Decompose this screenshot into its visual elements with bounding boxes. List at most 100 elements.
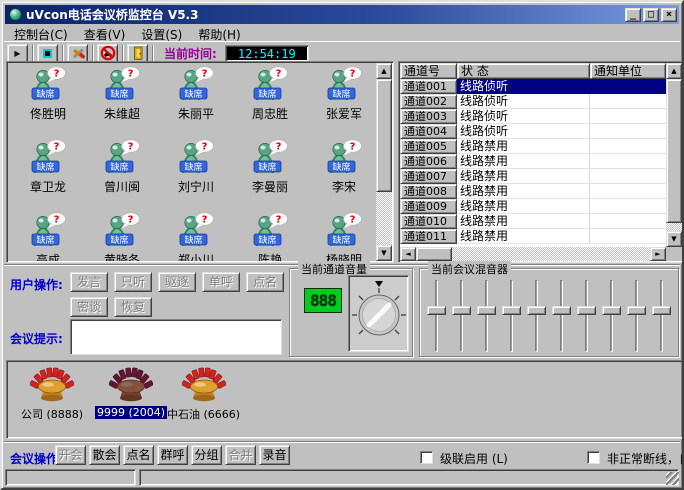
mixer-slider[interactable] <box>551 280 572 352</box>
scrollbar-thumb[interactable] <box>666 79 682 223</box>
user-item[interactable]: 刘宁川 <box>159 139 233 212</box>
record-button[interactable]: 录音 <box>259 445 290 465</box>
resize-grip[interactable] <box>666 472 679 485</box>
user-item[interactable]: 佟胜明 <box>11 66 85 139</box>
conference-item[interactable]: 公司 (8888) <box>19 367 85 422</box>
channel-table-hscrollbar[interactable]: ◄ ► <box>400 247 666 261</box>
table-row[interactable]: 通道004线路侦听 <box>400 124 666 139</box>
slider-thumb[interactable] <box>427 306 446 315</box>
scroll-down-icon[interactable]: ▼ <box>376 245 392 261</box>
menu-item-1[interactable]: 控制台(C) <box>6 24 76 41</box>
conference-prompt-input[interactable] <box>70 319 282 355</box>
exit-button[interactable] <box>127 44 148 63</box>
table-row[interactable]: 通道006线路禁用 <box>400 154 666 169</box>
scroll-left-icon[interactable]: ◄ <box>400 247 416 261</box>
slider-thumb[interactable] <box>502 306 521 315</box>
table-row[interactable]: 通道010线路禁用 <box>400 214 666 229</box>
slider-thumb[interactable] <box>552 306 571 315</box>
user-item[interactable]: 陈艳 <box>233 212 307 261</box>
user-item[interactable]: 周忠胜 <box>233 66 307 139</box>
auto-recall-checkbox[interactable] <box>587 451 600 464</box>
scroll-down-icon[interactable]: ▼ <box>666 231 682 247</box>
slider-thumb[interactable] <box>627 306 646 315</box>
scroll-up-icon[interactable]: ▲ <box>376 63 392 79</box>
user-item[interactable]: 章卫龙 <box>11 139 85 212</box>
absent-user-icon <box>252 66 288 104</box>
start-button[interactable]: ▶ <box>7 44 28 63</box>
mixer-slider[interactable] <box>476 280 497 352</box>
scroll-up-icon[interactable]: ▲ <box>666 63 682 79</box>
mixer-slider[interactable] <box>626 280 647 352</box>
merge-button[interactable]: 合并 <box>225 445 256 465</box>
mixer-slider[interactable] <box>651 280 672 352</box>
table-row[interactable]: 通道005线路禁用 <box>400 139 666 154</box>
table-row[interactable]: 通道011线路禁用 <box>400 229 666 244</box>
group-call-button[interactable]: 群呼 <box>157 445 188 465</box>
user-item[interactable]: 李曼丽 <box>233 139 307 212</box>
table-row[interactable]: 通道002线路侦听 <box>400 94 666 109</box>
menu-item-3[interactable]: 设置(S) <box>133 24 190 41</box>
cascade-enable-checkbox[interactable] <box>420 451 433 464</box>
maximize-button[interactable]: □ <box>643 8 659 22</box>
stop-button[interactable] <box>37 44 58 63</box>
mixer-slider[interactable] <box>526 280 547 352</box>
user-item[interactable]: 高成 <box>11 212 85 261</box>
conference-item[interactable]: 中石油 (6666) <box>165 367 242 422</box>
settings-tools-button[interactable] <box>67 44 88 63</box>
table-row[interactable]: 通道003线路侦听 <box>400 109 666 124</box>
roll-call-button[interactable]: 点名 <box>246 272 284 292</box>
table-row[interactable]: 通道001线路侦听 <box>400 79 666 94</box>
user-item[interactable]: 朱丽平 <box>159 66 233 139</box>
user-item[interactable]: 郑小川 <box>159 212 233 261</box>
menu-item-4[interactable]: 帮助(H) <box>190 24 248 41</box>
slider-thumb[interactable] <box>652 306 671 315</box>
conference-item[interactable]: 9999 (2004) <box>95 367 167 419</box>
scroll-right-icon[interactable]: ► <box>650 247 666 261</box>
user-item[interactable]: 张爱军 <box>307 66 376 139</box>
evict-button[interactable]: 驱逐 <box>158 272 196 292</box>
mixer-slider[interactable] <box>501 280 522 352</box>
start-meeting-button[interactable]: 开会 <box>55 445 86 465</box>
user-grid: 佟胜明朱维超朱丽平周忠胜张爱军章卫龙曾川闽刘宁川李曼丽李宋高成黄晓冬郑小川 陈艳杨… <box>8 63 376 261</box>
menu-item-2[interactable]: 查看(V) <box>76 24 134 41</box>
close-button[interactable]: × <box>661 8 677 22</box>
user-name: 郑小川 <box>178 251 214 261</box>
disable-button[interactable] <box>97 44 118 63</box>
user-item[interactable]: 黄晓冬 <box>85 212 159 261</box>
column-header[interactable]: 通道号 <box>400 63 457 79</box>
play-icon: ▶ <box>14 49 20 58</box>
table-row[interactable]: 通道007线路禁用 <box>400 169 666 184</box>
channel-unit-cell <box>590 199 666 214</box>
scrollbar-thumb[interactable] <box>376 79 392 192</box>
mixer-slider[interactable] <box>451 280 472 352</box>
volume-knob[interactable] <box>350 277 408 350</box>
column-header[interactable]: 状 态 <box>457 63 590 79</box>
user-item[interactable]: 杨晓明 <box>307 212 376 261</box>
speak-button[interactable]: 发言 <box>70 272 108 292</box>
scrollbar-thumb[interactable] <box>416 247 452 261</box>
roll-call-button[interactable]: 点名 <box>123 445 154 465</box>
listen-only-button[interactable]: 只听 <box>114 272 152 292</box>
slider-thumb[interactable] <box>477 306 496 315</box>
mixer-slider[interactable] <box>601 280 622 352</box>
channel-table-vscrollbar[interactable]: ▲ ▼ <box>666 63 682 261</box>
mixer-slider[interactable] <box>576 280 597 352</box>
resume-button[interactable]: 恢复 <box>114 297 152 317</box>
user-item[interactable]: 李宋 <box>307 139 376 212</box>
table-row[interactable]: 通道008线路禁用 <box>400 184 666 199</box>
user-item[interactable]: 曾川闽 <box>85 139 159 212</box>
slider-thumb[interactable] <box>452 306 471 315</box>
participants-scrollbar[interactable]: ▲ ▼ <box>376 63 392 261</box>
mixer-slider[interactable] <box>426 280 447 352</box>
slider-thumb[interactable] <box>577 306 596 315</box>
dismiss-meeting-button[interactable]: 散会 <box>89 445 120 465</box>
single-call-button[interactable]: 单呼 <box>202 272 240 292</box>
slider-thumb[interactable] <box>527 306 546 315</box>
grouping-button[interactable]: 分组 <box>191 445 222 465</box>
slider-thumb[interactable] <box>602 306 621 315</box>
private-talk-button[interactable]: 密谈 <box>70 297 108 317</box>
column-header[interactable]: 通知单位 <box>590 63 666 79</box>
minimize-button[interactable]: _ <box>625 8 641 22</box>
user-item[interactable]: 朱维超 <box>85 66 159 139</box>
table-row[interactable]: 通道009线路禁用 <box>400 199 666 214</box>
